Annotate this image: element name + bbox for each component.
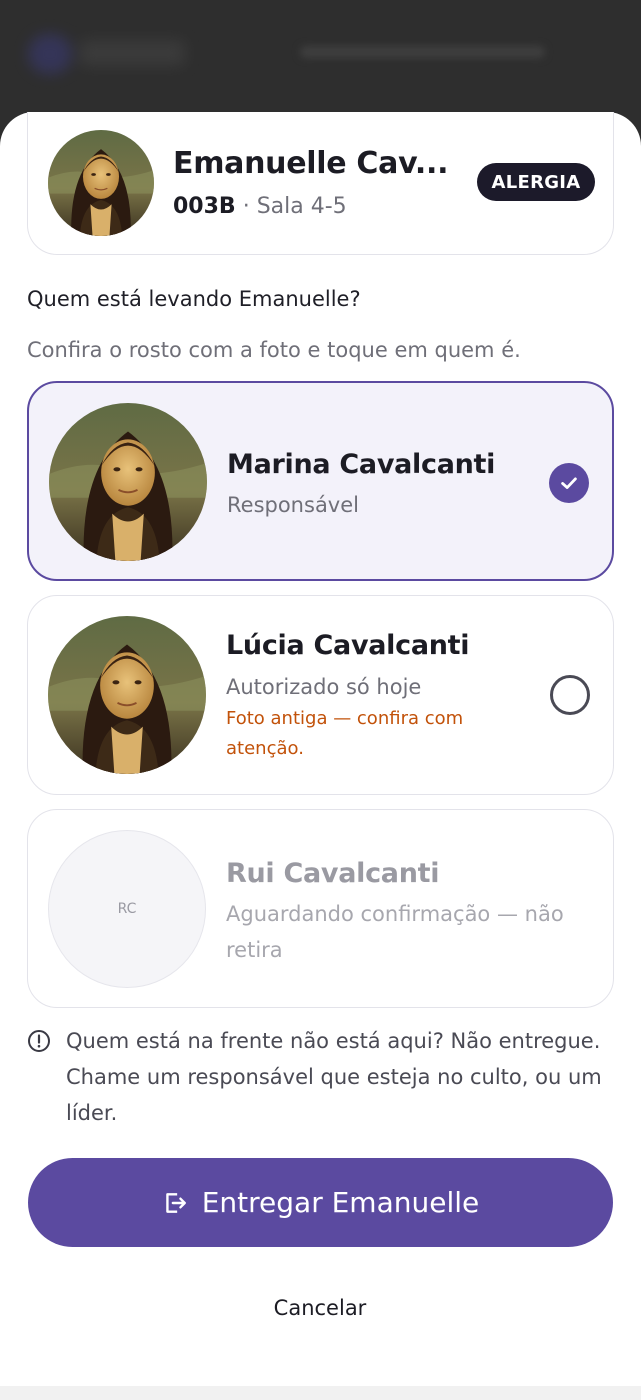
guardian-photo [49, 403, 207, 561]
child-meta: 003B · Sala 4-5 [173, 194, 347, 219]
meta-separator: · [235, 194, 257, 219]
app-logo [28, 30, 188, 76]
info-circle-icon [28, 1030, 50, 1052]
exit-icon [165, 1192, 186, 1213]
header-text-blurred [300, 46, 545, 58]
guardian-name: Marina Cavalcanti [227, 449, 496, 480]
selected-check-icon[interactable] [549, 463, 589, 503]
sheet-edge [0, 1386, 641, 1400]
portrait-photo-icon [48, 130, 154, 236]
deliver-button[interactable]: Entregar Emanuelle [28, 1158, 613, 1247]
photo-warning: Foto antiga — confira com atenção. [226, 708, 464, 759]
child-code: 003B [173, 194, 236, 219]
radio-unselected-icon[interactable] [550, 675, 590, 715]
deliver-button-label: Entregar Emanuelle [201, 1186, 480, 1219]
cancel-button[interactable]: Cancelar [220, 1288, 420, 1328]
guardian-card-rui: RC Rui Cavalcanti Aguardando confirmação… [27, 809, 614, 1008]
guardian-role: Responsável [227, 493, 359, 517]
guardian-role: Autorizado só hoje [226, 675, 422, 699]
question-heading: Quem está levando Emanuelle? [27, 287, 361, 311]
child-room: Sala 4-5 [256, 194, 347, 219]
instruction-text: Confira o rosto com a foto e toque em qu… [27, 338, 521, 362]
allergy-badge: ALERGIA [477, 163, 595, 201]
guardian-photo [48, 616, 206, 774]
guardian-card-lucia[interactable]: Lúcia Cavalcanti Autorizado só hoje Foto… [27, 595, 614, 795]
portrait-photo-icon [49, 403, 207, 561]
notice-text: Quem está na frente não está aqui? Não e… [66, 1029, 602, 1125]
child-card: Emanuelle Cav... 003B · Sala 4-5 ALERGIA [27, 112, 614, 255]
initials-avatar: RC [48, 830, 206, 988]
portrait-photo-icon [48, 616, 206, 774]
guardian-card-marina[interactable]: Marina Cavalcanti Responsável [27, 381, 614, 581]
guardian-name: Lúcia Cavalcanti [226, 630, 470, 661]
child-photo [48, 130, 154, 236]
guardian-role: Aguardando confirmação — não retira [226, 902, 564, 962]
guardian-name: Rui Cavalcanti [226, 858, 440, 889]
child-name: Emanuelle Cav... [173, 146, 449, 181]
